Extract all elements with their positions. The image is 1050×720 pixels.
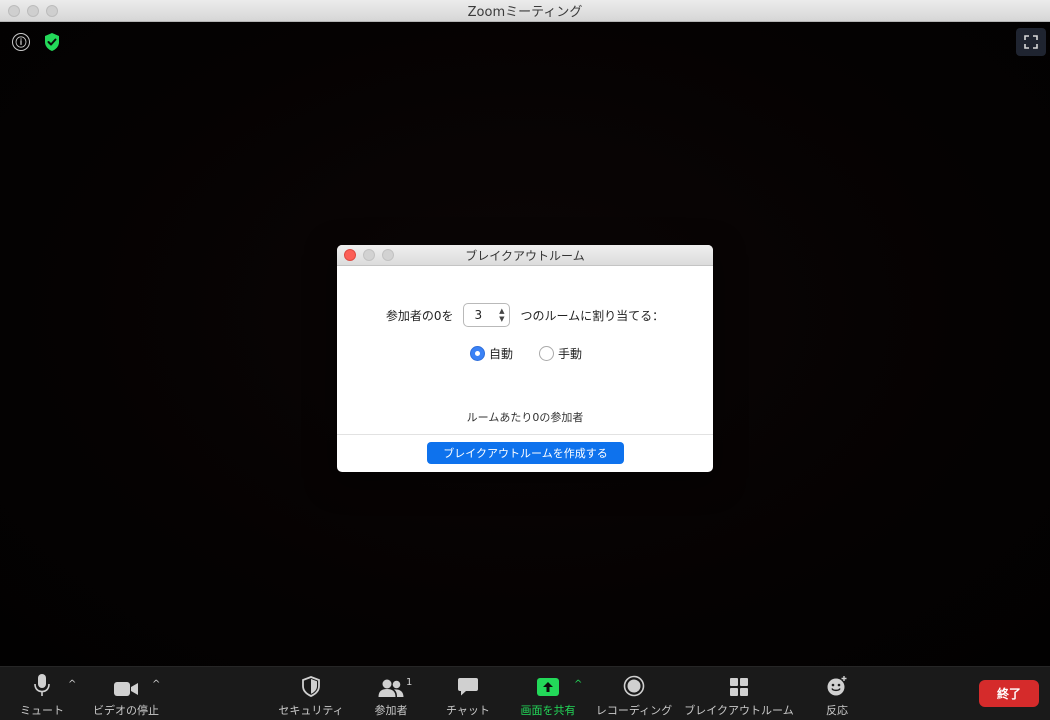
chat-label: チャット — [446, 704, 490, 717]
participants-per-room-text: ルームあたり0の参加者 — [466, 411, 584, 424]
mute-button[interactable]: ミュート — [20, 667, 64, 720]
window-title: Zoomミーティング — [467, 5, 583, 20]
reactions-label: 反応 — [826, 704, 848, 717]
reactions-button[interactable]: 反応 — [822, 667, 852, 720]
chat-button[interactable]: チャット — [446, 667, 490, 720]
room-count-stepper[interactable]: 3 ▲ ▼ — [463, 303, 511, 327]
mode-manual-label: 手動 — [558, 347, 583, 361]
chat-bubble-icon — [457, 667, 479, 699]
window-controls — [8, 5, 58, 17]
share-screen-button[interactable]: 画面を共有 — [518, 667, 578, 720]
room-count-value: 3 — [474, 308, 483, 322]
window-zoom-button[interactable] — [46, 5, 58, 17]
breakout-rooms-label: ブレイクアウトルーム — [684, 704, 794, 717]
assign-suffix-label: つのルームに割り当てる： — [520, 308, 665, 323]
participants-label: 参加者 — [374, 704, 408, 717]
stop-video-button[interactable]: ビデオの停止 — [93, 667, 159, 720]
mode-manual-radio[interactable]: 手動 — [539, 345, 582, 362]
record-icon — [623, 667, 645, 699]
add-reaction-icon — [826, 667, 848, 699]
dialog-divider — [337, 434, 713, 435]
stepper-arrows-icon[interactable]: ▲ ▼ — [499, 307, 504, 323]
share-screen-icon — [536, 667, 560, 699]
assign-row: 参加者の0を 3 ▲ ▼ つのルームに割り当てる： — [337, 303, 713, 327]
breakout-rooms-grid-icon — [729, 667, 749, 699]
recording-label: レコーディング — [595, 704, 673, 717]
audio-options-caret-icon[interactable]: ^ — [68, 679, 76, 690]
fullscreen-icon[interactable] — [1016, 28, 1046, 56]
share-options-caret-icon[interactable]: ^ — [574, 679, 582, 690]
window-minimize-button[interactable] — [27, 5, 39, 17]
dialog-titlebar: ブレイクアウトルーム — [337, 245, 713, 266]
mode-auto-radio[interactable]: 自動 — [470, 345, 513, 362]
share-screen-label: 画面を共有 — [520, 704, 576, 717]
create-breakout-rooms-button[interactable]: ブレイクアウトルームを作成する — [427, 442, 624, 464]
radio-checked-icon — [470, 346, 485, 361]
end-meeting-button[interactable]: 終了 — [979, 680, 1039, 707]
dialog-title: ブレイクアウトルーム — [465, 248, 585, 263]
security-shield-icon — [302, 667, 320, 699]
microphone-icon — [34, 667, 50, 699]
stop-video-label: ビデオの停止 — [93, 704, 159, 717]
breakout-rooms-button[interactable]: ブレイクアウトルーム — [684, 667, 794, 720]
dialog-window-controls — [344, 249, 394, 261]
assign-mode-group: 自動 手動 — [470, 345, 582, 362]
breakout-rooms-dialog: ブレイクアウトルーム 参加者の0を 3 ▲ ▼ つのルームに割り当てる： 自動 手… — [337, 245, 713, 472]
dialog-minimize-button — [363, 249, 375, 261]
video-options-caret-icon[interactable]: ^ — [152, 679, 160, 690]
recording-button[interactable]: レコーディング — [595, 667, 673, 720]
security-button[interactable]: セキュリティ — [278, 667, 344, 720]
mode-auto-label: 自動 — [489, 347, 514, 361]
meeting-toolbar: ミュート ^ ビデオの停止 ^ セキュリティ 参加者 1 チャット 画面を共有 … — [0, 666, 1050, 720]
assign-prefix-label: 参加者の0を — [385, 308, 454, 323]
dialog-zoom-button — [382, 249, 394, 261]
security-label: セキュリティ — [278, 704, 344, 717]
participants-count-badge: 1 — [406, 677, 413, 688]
meeting-info-icon[interactable]: ⓘ — [12, 33, 30, 51]
participants-icon — [378, 667, 404, 699]
encryption-shield-icon[interactable] — [43, 32, 61, 52]
radio-unchecked-icon — [539, 346, 555, 361]
mute-label: ミュート — [20, 704, 64, 717]
video-camera-icon — [113, 667, 139, 699]
window-titlebar: Zoomミーティング — [0, 0, 1050, 22]
window-close-button[interactable] — [8, 5, 20, 17]
participants-button[interactable]: 参加者 — [372, 667, 410, 720]
dialog-close-button[interactable] — [344, 249, 356, 261]
